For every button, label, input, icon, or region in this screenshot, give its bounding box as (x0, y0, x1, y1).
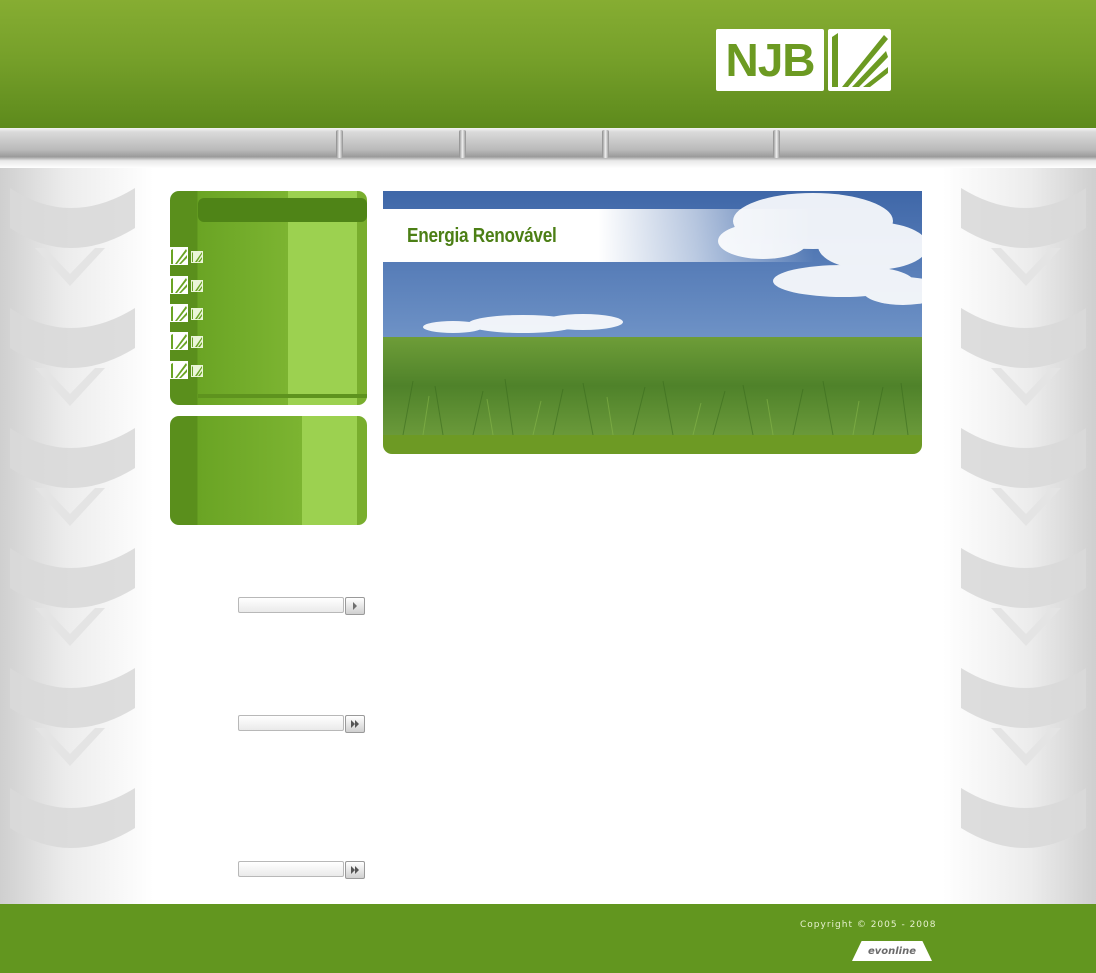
nav-separator (602, 130, 609, 158)
nav-separator (773, 130, 780, 158)
njb-rays-icon (170, 304, 203, 322)
sidebar-submit-button-2[interactable] (345, 715, 365, 733)
njb-rays-icon (170, 332, 203, 350)
logo-text: NJB (725, 34, 815, 86)
banner-title: Energia Renovável (407, 225, 557, 247)
logo-wordmark: NJB (716, 29, 824, 91)
top-navigation-bar (0, 128, 1096, 168)
double-arrow-right-icon (351, 720, 359, 728)
side-menu-item-1[interactable] (170, 246, 367, 268)
nav-separator (459, 130, 466, 158)
sidebar-submit-button-3[interactable] (345, 861, 365, 879)
hero-banner: Energia Renovável (383, 191, 922, 454)
evonline-credit-text: evonline (867, 945, 917, 957)
side-menu-item-2[interactable] (170, 275, 367, 297)
sidebar-input-2[interactable] (238, 715, 344, 731)
side-menu-header (198, 198, 367, 222)
side-menu-item-3[interactable] (170, 303, 367, 325)
side-menu-item-5[interactable] (170, 360, 367, 382)
njb-rays-icon (170, 361, 203, 379)
njb-logo[interactable]: NJB (716, 29, 892, 92)
sidebar-input-1[interactable] (238, 597, 344, 613)
sidebar-input-3[interactable] (238, 861, 344, 877)
sidebar-submit-button-1[interactable] (345, 597, 365, 615)
decorative-pattern-left (10, 188, 135, 848)
nav-item-1[interactable] (343, 128, 459, 158)
copyright-text: Copyright © 2005 - 2008 (800, 920, 937, 930)
njb-rays-icon (828, 29, 891, 91)
side-info-panel (170, 416, 367, 525)
arrow-right-icon (353, 602, 357, 610)
nav-item-3[interactable] (609, 128, 773, 158)
header: NJB (0, 0, 1096, 128)
side-menu-item-4[interactable] (170, 331, 367, 353)
nav-item-4[interactable] (780, 128, 1096, 158)
njb-rays-icon (170, 276, 203, 294)
nav-item-2[interactable] (466, 128, 602, 158)
nav-separator (336, 130, 343, 158)
decorative-pattern-right (961, 188, 1086, 848)
double-arrow-right-icon (351, 866, 359, 874)
njb-rays-icon (170, 247, 203, 265)
evonline-credit-link[interactable]: evonline (852, 941, 932, 961)
side-menu-panel (170, 191, 367, 405)
side-menu-footer (198, 394, 367, 398)
footer: Copyright © 2005 - 2008 evonline (0, 904, 1096, 973)
